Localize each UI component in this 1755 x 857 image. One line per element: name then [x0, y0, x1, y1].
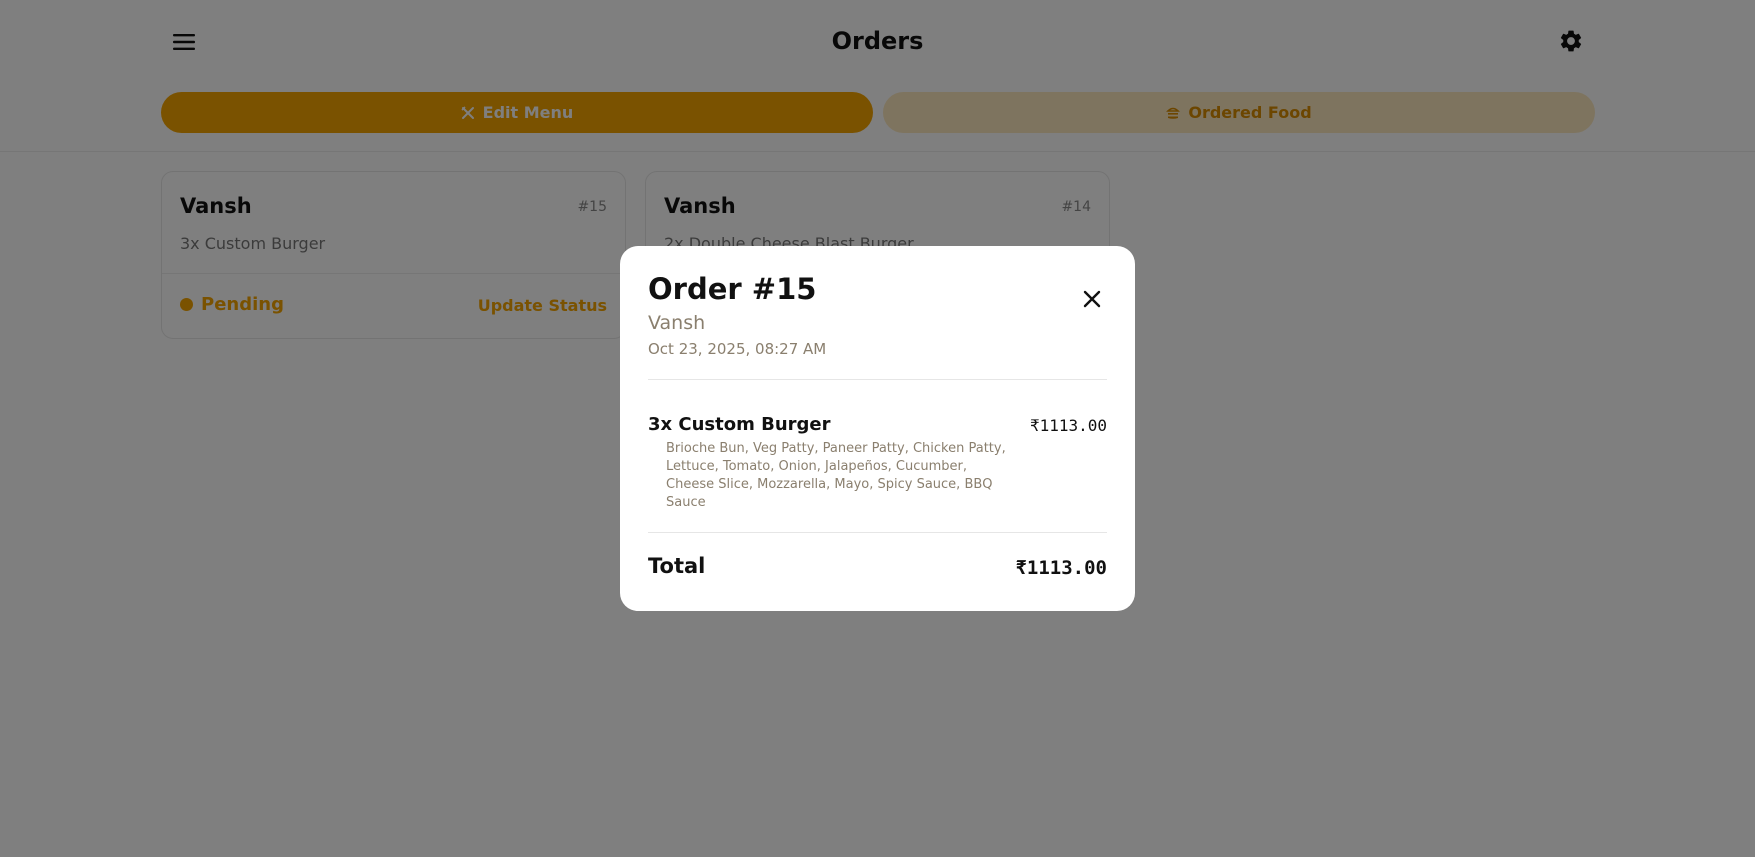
- line-item-price: ₹1113.00: [1029, 416, 1107, 435]
- line-item-details: Brioche Bun, Veg Patty, Paneer Patty, Ch…: [666, 441, 1006, 510]
- line-item-name: 3x Custom Burger: [648, 414, 831, 435]
- modal-title: Order #15: [648, 272, 817, 306]
- close-icon[interactable]: [1079, 286, 1105, 312]
- modal-order-date: Oct 23, 2025, 08:27 AM: [648, 340, 827, 358]
- total-value: ₹1113.00: [1015, 557, 1107, 579]
- order-details-modal: Order #15 Vansh Oct 23, 2025, 08:27 AM 3…: [620, 246, 1135, 611]
- modal-customer-name: Vansh: [648, 312, 706, 334]
- total-label: Total: [648, 554, 706, 578]
- divider: [648, 379, 1107, 380]
- orders-app: Orders Edit Menu: [0, 0, 1755, 857]
- divider: [648, 532, 1107, 533]
